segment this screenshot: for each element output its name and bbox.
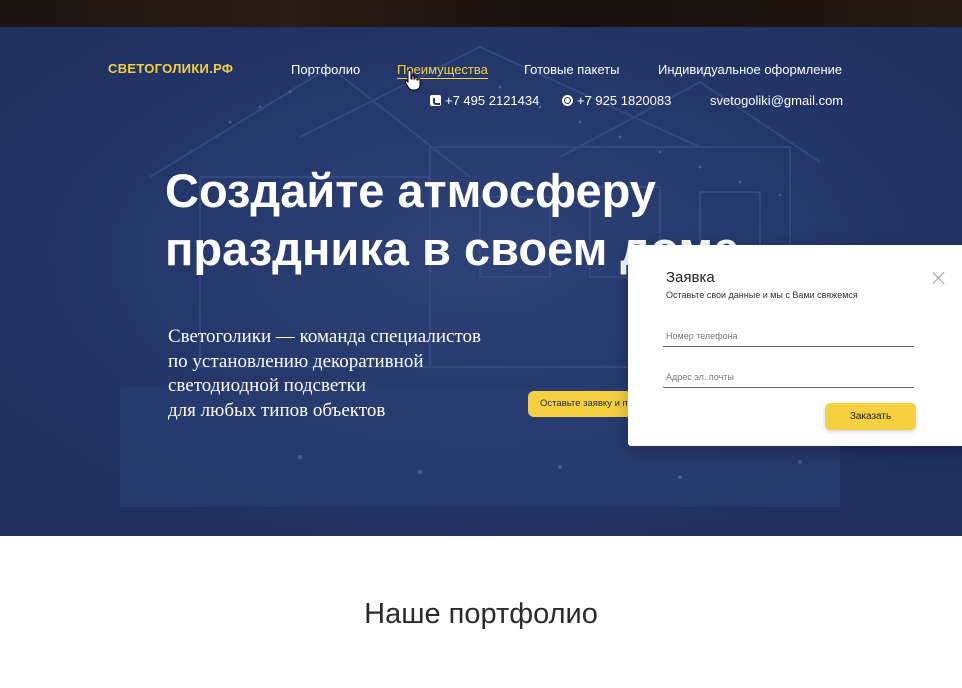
- email-address: svetogoliki@gmail.com: [710, 93, 844, 108]
- whatsapp-icon: [562, 95, 573, 106]
- nav-item-portfolio[interactable]: Портфолио: [291, 62, 360, 77]
- top-image-strip: [0, 0, 962, 27]
- order-button[interactable]: Заказать: [825, 403, 916, 430]
- hero-headline-line-1: Создайте атмосферу: [165, 164, 656, 217]
- whatsapp-number: +7 925 1820083: [577, 93, 672, 108]
- modal-subtitle: Оставьте свои данные и мы с Вами свяжемс…: [666, 290, 858, 300]
- modal-title: Заявка: [666, 269, 715, 286]
- nav-item-packages[interactable]: Готовые пакеты: [524, 62, 619, 77]
- contact-phone[interactable]: +7 495 2121434: [430, 93, 539, 108]
- page: СВЕТОГОЛИКИ.РФ Портфолио Преимущества Го…: [0, 0, 962, 688]
- hand-cursor-icon: [404, 69, 421, 91]
- request-modal: Заявка Оставьте свои данные и мы с Вами …: [628, 245, 962, 446]
- phone-number: +7 495 2121434: [445, 93, 540, 108]
- phone-icon: [430, 95, 441, 106]
- email-field[interactable]: Адрес эл. почты: [663, 372, 914, 388]
- close-icon[interactable]: [932, 271, 946, 285]
- site-logo[interactable]: СВЕТОГОЛИКИ.РФ: [108, 61, 233, 76]
- nav-item-custom-design[interactable]: Индивидуальное оформление: [658, 62, 842, 77]
- contact-email[interactable]: svetogoliki@gmail.com: [710, 93, 843, 108]
- hero-description-line: светодиодной подсветки: [168, 375, 366, 396]
- contact-whatsapp[interactable]: +7 925 1820083: [562, 93, 671, 108]
- portfolio-section-title: Наше портфолио: [364, 598, 598, 630]
- phone-field[interactable]: Номер телефона: [663, 331, 914, 347]
- hero-description: Светоголики — команда специалистов по ус…: [168, 325, 588, 423]
- hero-description-line: Светоголики — команда специалистов: [168, 326, 481, 347]
- hero-description-line: для любых типов объектов: [168, 399, 386, 421]
- hero-description-line: по установлению декоративной: [168, 350, 424, 372]
